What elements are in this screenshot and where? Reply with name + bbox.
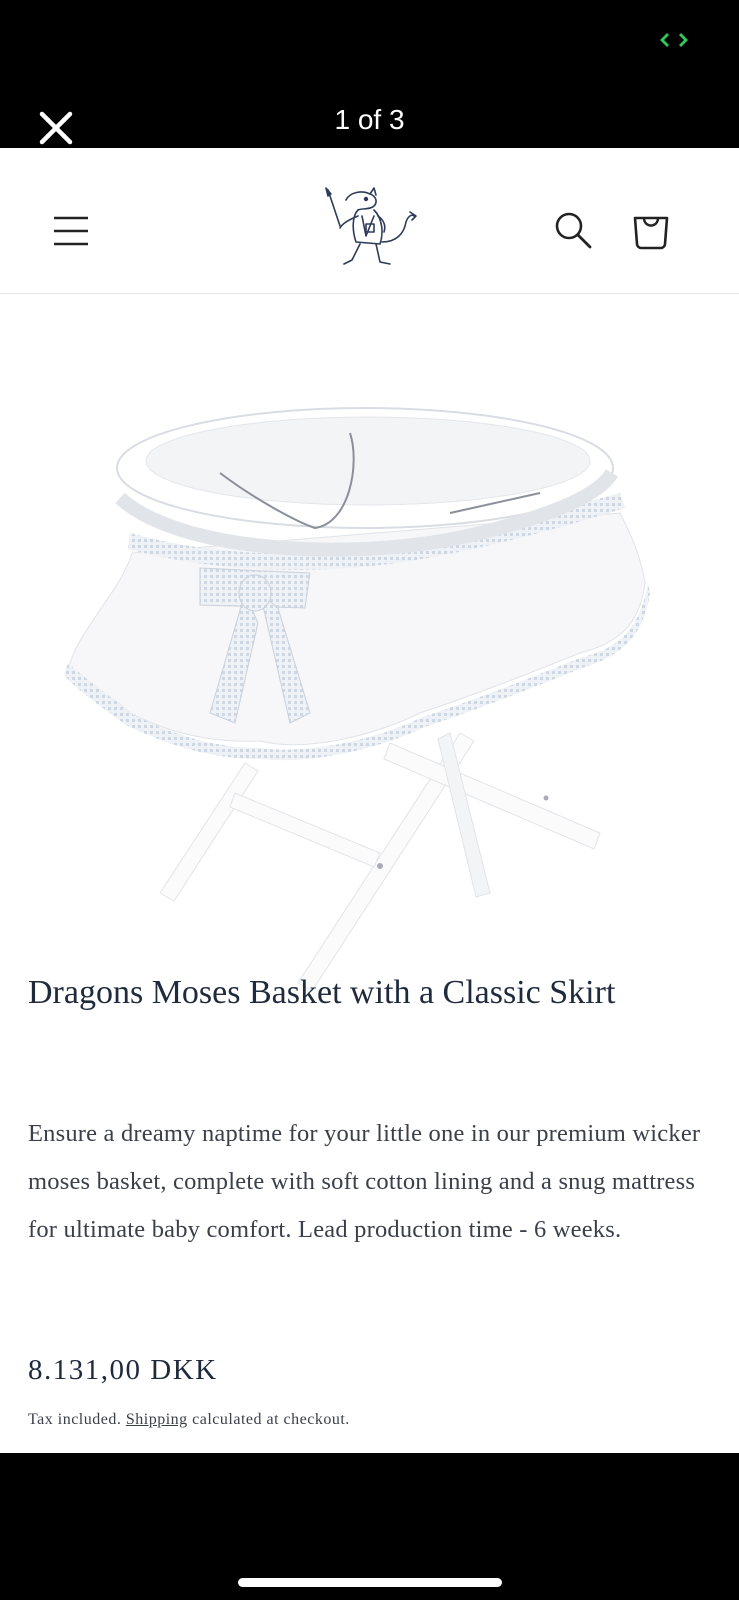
shopping-bag-icon[interactable] xyxy=(630,208,672,250)
product-price: 8.131,00 DKK xyxy=(28,1354,218,1386)
tax-note: Tax included. Shipping calculated at che… xyxy=(28,1411,350,1429)
site-header xyxy=(0,148,739,294)
dragon-logo[interactable] xyxy=(318,186,422,280)
home-indicator[interactable] xyxy=(238,1578,502,1587)
screen-rotation-icon xyxy=(660,33,688,47)
shipping-link[interactable]: Shipping xyxy=(126,1411,188,1428)
search-icon[interactable] xyxy=(553,210,593,250)
product-description: Ensure a dreamy naptime for your little … xyxy=(28,1120,701,1243)
hamburger-menu-icon[interactable] xyxy=(52,213,90,249)
image-counter: 1 of 3 xyxy=(334,104,405,135)
white-moses-basket-on-stand xyxy=(64,407,650,992)
viewer-top-bar: 1 of 3 xyxy=(0,0,739,148)
product-title: Dragons Moses Basket with a Classic Skir… xyxy=(28,974,616,1011)
tax-note-suffix: calculated at checkout. xyxy=(187,1411,350,1428)
product-page: Dragons Moses Basket with a Classic Skir… xyxy=(0,148,739,1453)
tax-note-prefix: Tax included. xyxy=(28,1411,126,1428)
